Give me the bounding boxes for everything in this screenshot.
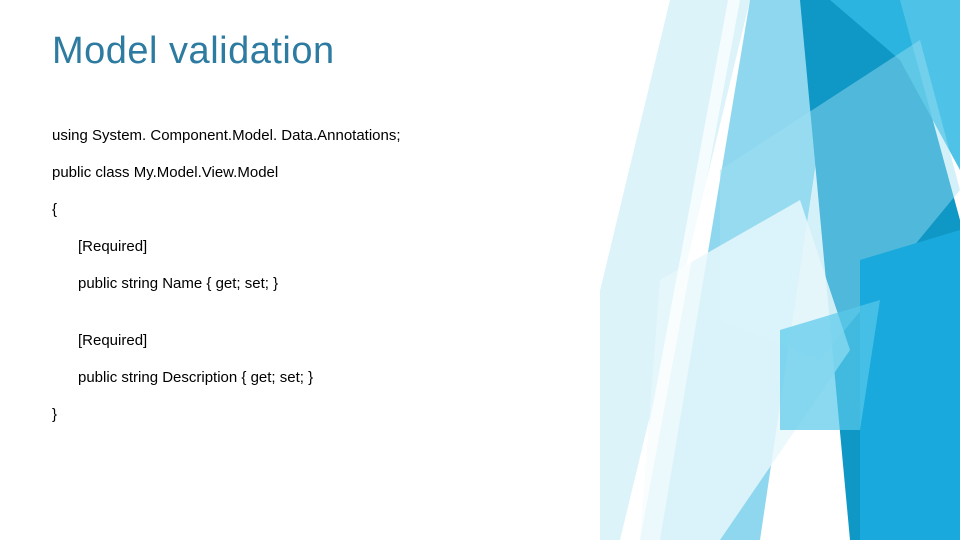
code-line: public class My.Model.View.Model [52,162,700,183]
blank-line [52,310,700,330]
code-line: public string Description { get; set; } [52,367,700,388]
code-line: { [52,199,700,220]
code-line: using System. Component.Model. Data.Anno… [52,125,700,146]
code-line: [Required] [52,330,700,351]
code-line: public string Name { get; set; } [52,273,700,294]
slide-title: Model validation [52,30,700,73]
code-line: [Required] [52,236,700,257]
code-block: using System. Component.Model. Data.Anno… [52,125,700,425]
content-area: Model validation using System. Component… [52,30,700,441]
code-line: } [52,404,700,425]
slide: Model validation using System. Component… [0,0,960,540]
